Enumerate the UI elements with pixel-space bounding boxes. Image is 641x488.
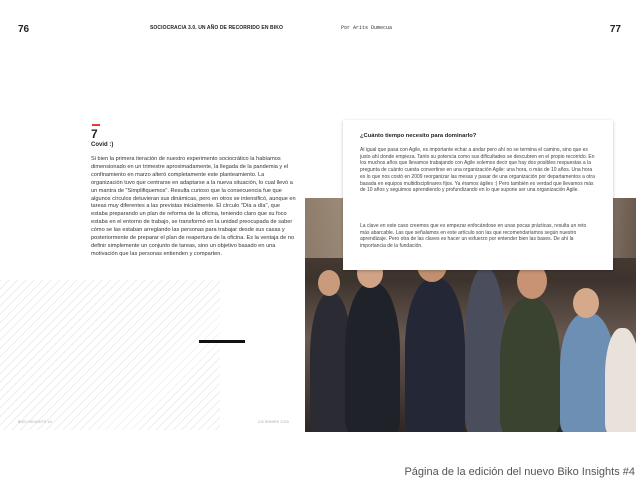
section-title: Covid :) xyxy=(91,142,114,148)
hatch-pattern xyxy=(0,280,220,430)
photo-person xyxy=(465,268,505,432)
left-page: 76 SOCIOCRACIA 3.0. UN AÑO DE RECORRIDO … xyxy=(0,0,302,433)
body-paragraph: Si bien la primera iteración de nuestro … xyxy=(91,156,296,257)
footer-publication: BIKO INSIGHTS #4 xyxy=(18,420,52,424)
photo-person xyxy=(345,283,400,432)
right-page-number: 77 xyxy=(609,24,621,35)
callout-title: ¿Cuánto tiempo necesito para dominarlo? xyxy=(360,133,477,139)
photo-person xyxy=(500,298,560,432)
photo-head xyxy=(573,288,599,318)
left-page-number: 76 xyxy=(18,24,30,35)
running-title: SOCIOCRACIA 3.0. UN AÑO DE RECORRIDO EN … xyxy=(150,25,283,31)
footer-date: DICIEMBRE 2020 xyxy=(258,420,290,424)
photo-person xyxy=(605,328,636,432)
image-caption: Página de la edición del nuevo Biko Insi… xyxy=(404,466,635,478)
callout-paragraph: La clave en este caso creemos que es emp… xyxy=(360,223,587,250)
photo-head xyxy=(318,270,340,296)
section-number: 7 xyxy=(91,127,98,141)
sidebar-callout: ¿Cuánto tiempo necesito para dominarlo? … xyxy=(343,120,613,270)
decorative-bar xyxy=(199,340,245,343)
magazine-spread: 76 SOCIOCRACIA 3.0. UN AÑO DE RECORRIDO … xyxy=(0,0,641,433)
author-byline: Por Arits Dumecua xyxy=(341,25,393,31)
section-accent-dash xyxy=(92,124,100,126)
photo-person xyxy=(405,278,465,432)
callout-paragraph: Al igual que pasa con Agile, es importan… xyxy=(360,147,595,194)
